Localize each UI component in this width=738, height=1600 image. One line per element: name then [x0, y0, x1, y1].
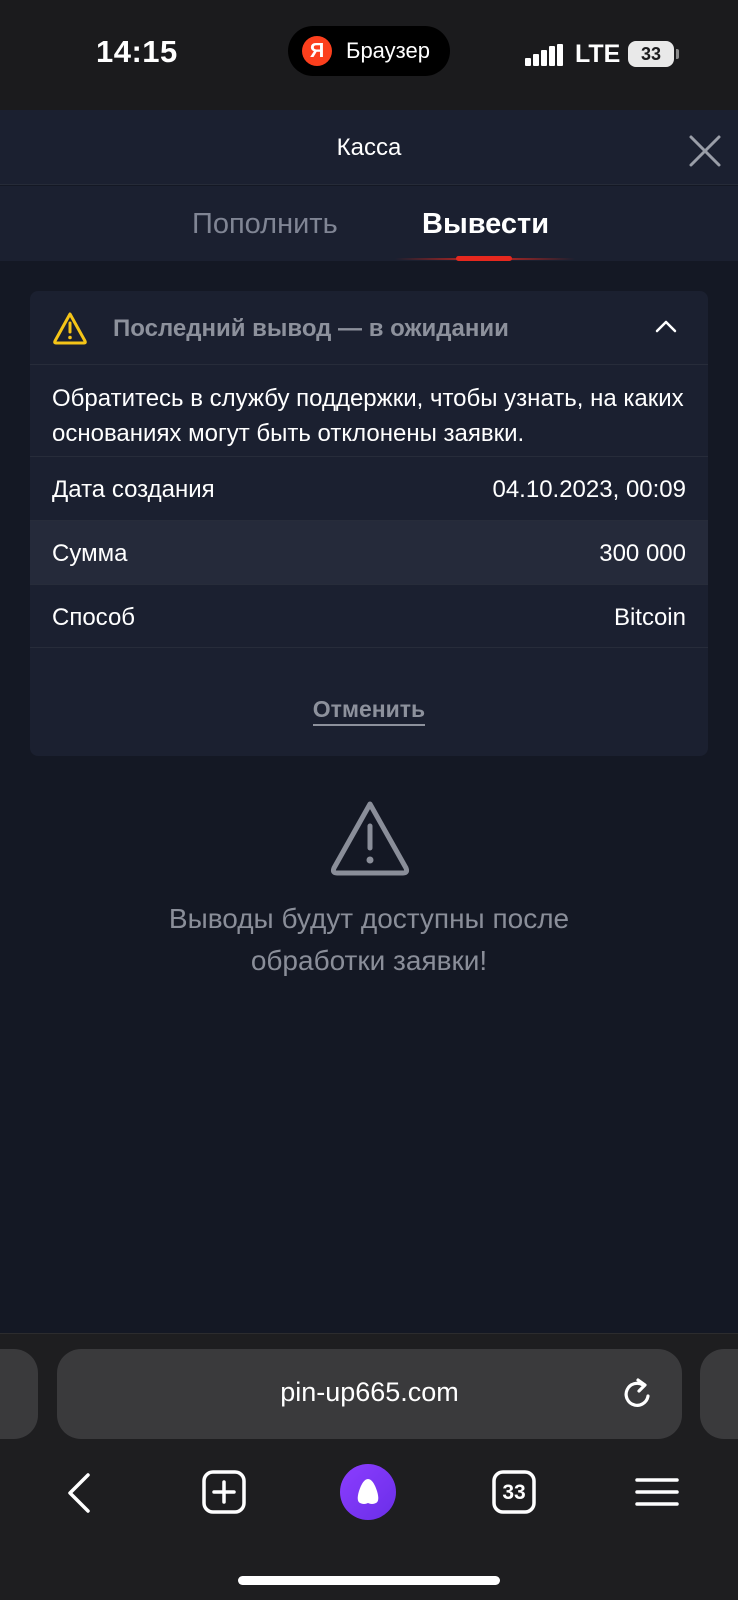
row-label: Дата создания: [52, 476, 215, 503]
cancel-button-wrap: Отменить: [30, 696, 708, 726]
signal-icon: [525, 44, 563, 66]
empty-state-line: обработки заявки!: [250, 945, 488, 976]
status-bar: 14:15 Я Браузер LTE 33: [0, 0, 738, 110]
next-tab-preview[interactable]: [700, 1349, 738, 1439]
row-value: 04.10.2023, 00:09: [492, 476, 686, 503]
home-indicator[interactable]: [238, 1576, 500, 1585]
empty-state-line: Выводы будут доступны после: [168, 903, 570, 934]
cancel-button[interactable]: Отменить: [312, 696, 426, 726]
back-icon[interactable]: [62, 1471, 96, 1515]
tabs-count: 33: [502, 1481, 526, 1504]
tabs: Пополнить Вывести: [0, 186, 738, 261]
reload-icon[interactable]: [621, 1376, 655, 1412]
close-icon[interactable]: [688, 134, 722, 168]
page-title: Касса: [336, 134, 402, 161]
previous-tab-preview[interactable]: [0, 1349, 38, 1439]
row-label: Способ: [52, 604, 136, 631]
yandex-logo-icon: Я: [302, 36, 332, 66]
tab-withdraw[interactable]: Вывести: [422, 208, 549, 241]
support-note: Обратитесь в службу поддержки, чтобы узн…: [52, 385, 684, 447]
row-value: 300 000: [599, 540, 686, 567]
row-value: Bitcoin: [613, 604, 686, 631]
detail-row-amount: Сумма 300 000: [30, 520, 708, 584]
browser-pill-label: Браузер: [346, 38, 430, 63]
active-tab-indicator: [456, 256, 512, 261]
tabs-count-button[interactable]: 33: [492, 1470, 536, 1514]
pending-withdrawal-card: Последний вывод — в ожидании Обратитесь …: [30, 291, 708, 756]
detail-row-method: Способ Bitcoin: [30, 584, 708, 648]
network-type: LTE: [575, 40, 621, 68]
card-header[interactable]: Последний вывод — в ожидании: [30, 291, 708, 365]
alice-assistant-icon[interactable]: [340, 1464, 396, 1520]
address-bar[interactable]: pin-up665.com: [57, 1349, 682, 1439]
warning-icon: [53, 312, 87, 345]
app-header: Касса: [0, 110, 738, 185]
detail-row-date: Дата создания 04.10.2023, 00:09: [30, 456, 708, 520]
chevron-up-icon[interactable]: [654, 316, 678, 336]
url-text: pin-up665.com: [280, 1377, 459, 1407]
row-label: Сумма: [52, 540, 128, 567]
empty-state-message: Выводы будут доступны после обработки за…: [0, 898, 738, 982]
alice-glyph-icon: [357, 1479, 379, 1504]
menu-icon[interactable]: [634, 1476, 680, 1508]
battery-icon: 33: [628, 41, 674, 67]
warning-large-icon: [330, 801, 410, 876]
tab-deposit[interactable]: Пополнить: [192, 208, 338, 241]
card-title: Последний вывод — в ожидании: [113, 315, 509, 342]
status-time: 14:15: [96, 34, 178, 69]
browser-pill[interactable]: Я Браузер: [288, 26, 450, 76]
battery-tip: [676, 49, 679, 59]
new-tab-icon[interactable]: [201, 1469, 247, 1515]
